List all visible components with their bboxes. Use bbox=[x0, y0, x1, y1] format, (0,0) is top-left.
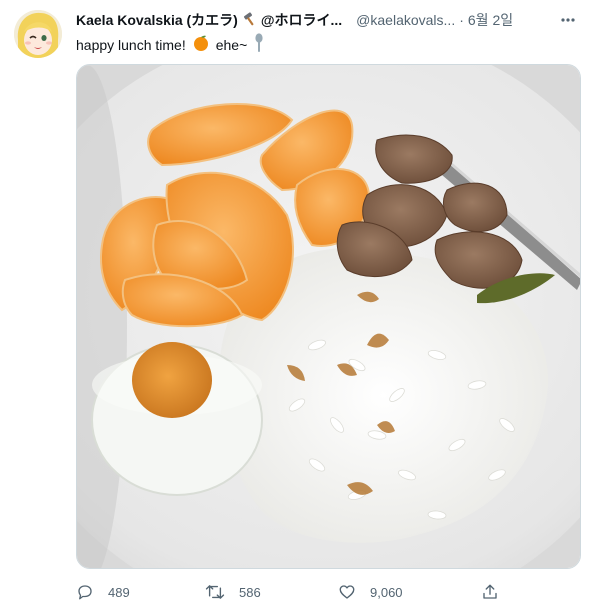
more-options-button[interactable] bbox=[555, 8, 581, 32]
author-display-name[interactable]: Kaela Kovalskia (カエラ) bbox=[76, 10, 238, 30]
more-dots-icon bbox=[561, 18, 575, 22]
retweet-count: 586 bbox=[239, 584, 261, 600]
share-icon bbox=[483, 584, 497, 599]
tweet-header: Kaela Kovalskia (カエラ) @ホロライ... @kaelakov… bbox=[76, 10, 581, 30]
tweet-text-part-2: ehe~ bbox=[215, 36, 248, 53]
spoon-icon bbox=[253, 33, 265, 56]
tweet-photo[interactable] bbox=[76, 64, 581, 569]
avatar-image bbox=[14, 10, 62, 58]
reply-button[interactable]: 489 bbox=[76, 583, 130, 601]
food-photo bbox=[77, 65, 580, 568]
tweet-date[interactable]: 6월 2일 bbox=[468, 10, 513, 30]
author-handle[interactable]: @kaelakovals... bbox=[356, 12, 455, 28]
retweet-button[interactable]: 586 bbox=[205, 583, 261, 601]
tweet-text: happy lunch time! ehe~ bbox=[76, 33, 265, 56]
share-button[interactable] bbox=[481, 583, 499, 601]
tangerine-icon bbox=[192, 34, 210, 55]
like-count: 9,060 bbox=[370, 584, 403, 600]
retweet-icon bbox=[205, 585, 225, 599]
heart-icon bbox=[339, 585, 355, 599]
tweet: Kaela Kovalskia (カエラ) @ホロライ... @kaelakov… bbox=[0, 0, 595, 606]
author-handle-prefix[interactable]: @ホロライ... bbox=[261, 10, 342, 30]
like-button[interactable]: 9,060 bbox=[338, 583, 403, 601]
avatar[interactable] bbox=[14, 10, 62, 58]
header-separator: · bbox=[459, 12, 464, 28]
reply-count: 489 bbox=[108, 584, 130, 600]
tweet-text-part-1: happy lunch time! bbox=[76, 36, 186, 53]
hammer-icon bbox=[242, 11, 258, 30]
tweet-actions: 489 586 9,060 bbox=[76, 580, 506, 604]
reply-icon bbox=[78, 585, 92, 600]
